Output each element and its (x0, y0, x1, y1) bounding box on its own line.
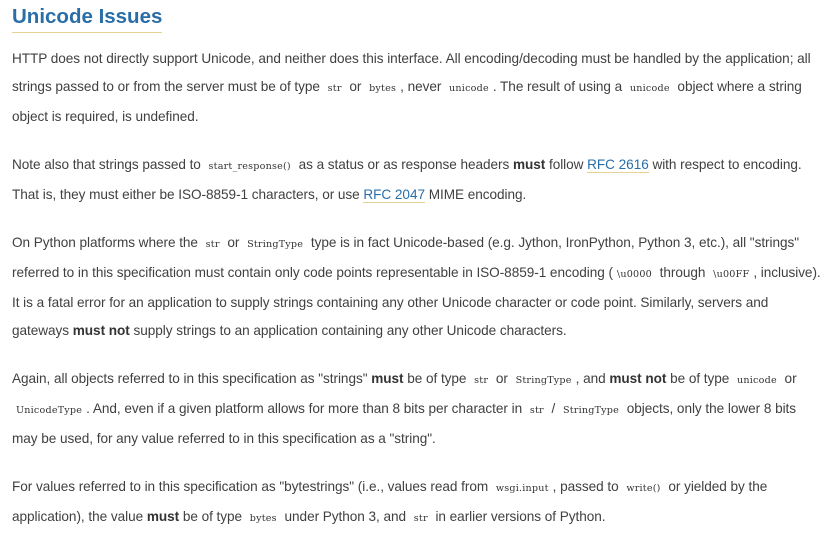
inline-code: str (474, 375, 489, 386)
text: be of type (179, 509, 246, 524)
text: or (223, 235, 244, 250)
text: , never (400, 79, 446, 94)
emphasis: must not (609, 371, 667, 386)
inline-code: start_response() (208, 161, 291, 172)
inline-code: unicode (449, 83, 489, 94)
text: or (780, 371, 797, 386)
inline-code: StringType (562, 405, 620, 416)
inline-code: UnicodeType (16, 405, 83, 416)
document-page: Unicode Issues HTTP does not directly su… (0, 0, 833, 524)
text: MIME encoding. (424, 187, 527, 202)
text: , and (575, 371, 610, 386)
text: through (655, 265, 710, 280)
inline-code: str (413, 513, 428, 524)
text: On Python platforms where the (12, 235, 202, 250)
inline-code: str (205, 239, 220, 250)
section-heading: Unicode Issues (12, 4, 163, 33)
inline-code: unicode (629, 83, 670, 94)
inline-code: \u0000 (616, 269, 652, 280)
text: be of type (666, 371, 734, 386)
inline-code: str (529, 405, 544, 416)
text: as a status or as response headers (294, 157, 513, 172)
text: For values referred to in this specifica… (12, 479, 492, 494)
text: or (492, 371, 512, 386)
rfc-2616-link[interactable]: RFC 2616 (587, 157, 649, 173)
paragraph-bytestrings: For values referred to in this specifica… (12, 473, 821, 533)
text: , passed to (552, 479, 623, 494)
inline-code: str (327, 83, 342, 94)
emphasis: must (512, 157, 546, 172)
inline-code: unicode (737, 375, 777, 386)
text: . And, even if a given platform allows f… (86, 401, 526, 416)
text: in earlier versions of Python. (431, 509, 606, 524)
text: / (547, 401, 559, 416)
inline-code: \u00FF (713, 269, 750, 280)
text: or (345, 79, 366, 94)
paragraph-strings-type: Again, all objects referred to in this s… (12, 365, 821, 453)
text: follow (545, 157, 588, 172)
text: . The result of using a (492, 79, 626, 94)
text: supply strings to an application contain… (129, 323, 567, 338)
inline-code: wsgi.input (495, 483, 549, 494)
emphasis: must (371, 371, 404, 386)
inline-code: StringType (515, 375, 572, 386)
inline-code: StringType (247, 239, 304, 250)
paragraph-unicode-platforms: On Python platforms where the str or Str… (12, 229, 821, 345)
text: Note also that strings passed to (12, 157, 205, 172)
inline-code: write() (626, 483, 661, 494)
inline-code: bytes (249, 513, 277, 524)
paragraph-start-response: Note also that strings passed to start_r… (12, 151, 821, 209)
text: under Python 3, and (280, 509, 410, 524)
text: be of type (403, 371, 471, 386)
paragraph-encoding: HTTP does not directly support Unicode, … (12, 45, 821, 131)
rfc-2047-link[interactable]: RFC 2047 (363, 187, 425, 203)
text: Again, all objects referred to in this s… (12, 371, 372, 386)
inline-code: bytes (369, 83, 397, 94)
emphasis: must not (72, 323, 130, 338)
emphasis: must (146, 509, 180, 524)
